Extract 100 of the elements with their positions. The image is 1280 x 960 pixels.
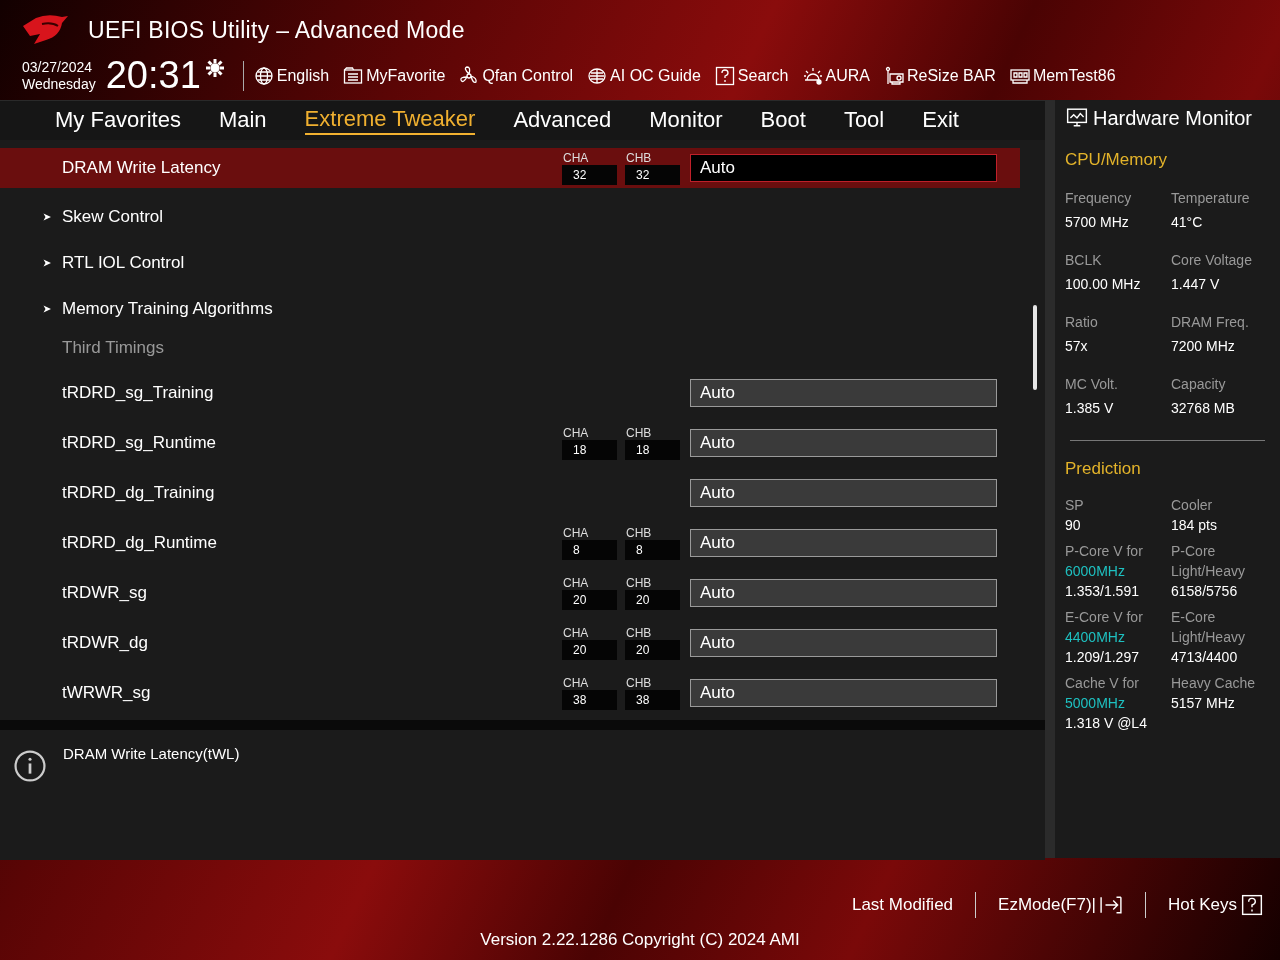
value-field[interactable]: Auto [690,429,997,457]
channel-label: CHA [562,626,590,640]
reading-value: 5157 MHz [1171,694,1236,713]
selected-row[interactable]: DRAM Write Latency CHA 32 CHB 32 Auto [0,148,1020,188]
channel-label: CHB [625,576,653,590]
toolbar-button[interactable]: MemTest86 [1009,65,1116,86]
channel-value: 20 [562,640,617,660]
menu-tab[interactable]: Advanced [513,107,612,134]
sun-icon [802,65,823,86]
value-field[interactable]: Auto [690,629,997,657]
reading-value: 1.209/1.297 [1065,648,1140,667]
menu-tab[interactable]: Monitor [649,107,723,134]
reading-value: 7200 MHz [1171,337,1236,356]
submenu-item[interactable]: Memory Training Algorithms [62,299,1020,319]
channel-label: CHA [562,676,590,690]
value-field[interactable]: Auto [690,579,997,607]
reading-value: 1.385 V [1065,399,1115,418]
reading-value: 1.318 V @L4 [1065,714,1148,733]
setting-label: tWRWR_sg [62,683,152,703]
toolbar-button[interactable]: AURA [802,65,870,86]
channel-value: 38 [625,690,680,710]
channel-value: 32 [562,165,617,185]
footer-button[interactable]: EzMode(F7)| [998,894,1123,916]
channel-value: 20 [562,590,617,610]
reading-label: E-Core Light/Heavy [1171,608,1246,647]
setting-label: DRAM Write Latency [62,158,222,178]
menu-tab[interactable]: Exit [922,107,959,134]
reading-label: P-Core V for [1065,542,1144,561]
setting-row[interactable]: tRDRD_dg_Training Auto [0,468,1020,518]
channel-value: 18 [562,440,617,460]
menu-tab[interactable]: My Favorites [55,107,181,134]
setting-label: tRDRD_dg_Runtime [62,533,218,553]
submenu-item[interactable]: RTL IOL Control [62,253,1020,273]
value-field[interactable]: Auto [690,679,997,707]
reading-value: 184 pts [1171,516,1218,535]
menu-tab[interactable]: Boot [760,107,806,134]
reading-label: Temperature [1171,189,1251,208]
logo-icon [22,14,70,46]
fan-icon [459,65,480,86]
reading-label: Core Voltage [1171,251,1253,270]
reading-value: 90 [1065,516,1082,535]
toolbar-button[interactable]: AI OC Guide [587,65,701,86]
channel-label: CHA [562,576,590,590]
menu-tab[interactable]: Main [218,107,267,134]
setting-label: tRDRD_dg_Training [62,483,216,503]
section-title: CPU/Memory [1065,150,1168,170]
footer-button[interactable]: Hot Keys [1168,894,1264,916]
exit-icon [1099,894,1123,916]
section-heading: Third Timings [62,338,165,358]
reading-value: 1.353/1.591 [1065,582,1140,601]
channel-value: 18 [625,440,680,460]
reading-label: Cache V for [1065,674,1140,693]
date-text: 03/27/2024 [22,58,94,76]
setting-row[interactable]: tRDRD_sg_Runtime CHA 18 CHB 18 Auto [0,418,1020,468]
reading-label: Cooler [1171,496,1214,515]
reading-value: 41°C [1171,213,1204,232]
channel-label: CHB [625,526,653,540]
chevron-icon [42,212,52,222]
help-icon [714,65,735,86]
channel-label: CHA [562,151,590,165]
window-title: UEFI BIOS Utility – Advanced Mode [88,16,465,44]
reading-label: Ratio [1065,313,1099,332]
reading-value: 5700 MHz [1065,213,1130,232]
chip-icon [587,65,608,86]
menu-tab[interactable]: Extreme Tweaker [304,106,476,135]
setting-row[interactable]: tRDWR_dg CHA 20 CHB 20 Auto [0,618,1020,668]
channel-value: 38 [562,690,617,710]
value-field[interactable]: Auto [690,479,997,507]
channel-value: 32 [625,165,680,185]
setting-row[interactable]: tWRWR_sg CHA 38 CHB 38 Auto [0,668,1020,718]
channel-label: CHA [562,526,590,540]
submenu-item[interactable]: Skew Control [62,207,1020,227]
setting-row[interactable]: tRDWR_sg CHA 20 CHB 20 Auto [0,568,1020,618]
setting-row[interactable]: tRDRD_dg_Runtime CHA 8 CHB 8 Auto [0,518,1020,568]
menu-tab[interactable]: Tool [843,107,885,134]
channel-label: CHB [625,676,653,690]
reading-value: 100.00 MHz [1065,275,1142,294]
reading-value: 1.447 V [1171,275,1221,294]
toolbar-button[interactable]: English [253,65,330,86]
scrollbar-thumb[interactable] [1033,305,1037,390]
reading-frequency: 6000MHz [1065,562,1126,581]
value-field[interactable]: Auto [690,379,997,407]
globe-icon [253,65,274,86]
reading-value: 4713/4400 [1171,648,1239,667]
reading-label: P-Core Light/Heavy [1171,542,1246,581]
setting-label: tRDRD_sg_Runtime [62,433,217,453]
toolbar-button[interactable]: MyFavorite [343,65,446,86]
toolbar-button[interactable]: Qfan Control [459,65,574,86]
toolbar-button[interactable]: Search [714,65,789,86]
setting-row[interactable]: tRDRD_sg_Training Auto [0,368,1020,418]
chevron-icon [42,258,52,268]
channel-label: CHB [625,426,653,440]
reading-value: 32768 MB [1171,399,1236,418]
channel-label: CHB [625,151,653,165]
value-field[interactable]: Auto [690,154,997,182]
value-field[interactable]: Auto [690,529,997,557]
reading-value: 57x [1065,337,1089,356]
setting-label: tRDWR_sg [62,583,148,603]
footer-button[interactable]: Last Modified [851,895,954,915]
toolbar-button[interactable]: ReSize BAR [883,65,996,86]
